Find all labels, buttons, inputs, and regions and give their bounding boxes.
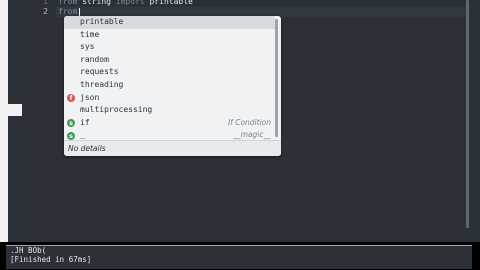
autocomplete-popup: printable time sys random requests threading f… — [64, 16, 281, 156]
line-number-gutter: 1 2 — [22, 0, 56, 242]
autocomplete-item-label: time — [80, 29, 100, 39]
snippet-kind-icon: s — [67, 119, 75, 128]
autocomplete-item-label: requests — [80, 67, 119, 77]
autocomplete-item[interactable]: f json — [64, 92, 275, 105]
autocomplete-item-label: threading — [80, 79, 124, 89]
keyword: from — [58, 0, 78, 6]
code-text: printable — [144, 0, 193, 6]
autocomplete-item[interactable]: multiprocessing — [64, 104, 275, 117]
code-line-1[interactable]: from string import printable — [58, 0, 193, 7]
line-number: 1 — [43, 0, 48, 6]
autocomplete-item-label: json — [80, 92, 100, 102]
autocomplete-list: printable time sys random requests threading f… — [64, 16, 275, 142]
autocomplete-item-label: multiprocessing — [80, 105, 153, 115]
window-frame-tab — [8, 104, 22, 116]
autocomplete-item-label: printable — [80, 17, 124, 26]
autocomplete-item[interactable]: requests — [64, 66, 275, 79]
autocomplete-item[interactable]: printable — [64, 16, 275, 29]
output-panel-content: .JH BOb( [Finished in 67ms] — [6, 245, 472, 269]
output-line: [Finished in 67ms] — [10, 255, 92, 264]
editor-scrollbar[interactable] — [466, 0, 469, 228]
autocomplete-item-label: sys — [80, 42, 95, 52]
window-frame — [0, 0, 8, 244]
autocomplete-scrollbar[interactable] — [275, 19, 278, 137]
autocomplete-item[interactable]: threading — [64, 79, 275, 92]
autocomplete-item[interactable]: s if If Condition — [64, 117, 275, 130]
autocomplete-item-label: random — [80, 54, 109, 64]
line-number: 2 — [43, 7, 48, 16]
snippet-kind-icon: s — [67, 131, 75, 140]
output-panel: .JH BOb( [Finished in 67ms] — [0, 242, 480, 270]
autocomplete-item-label: if — [80, 117, 90, 127]
autocomplete-item[interactable]: random — [64, 54, 275, 67]
code-text: string — [77, 0, 116, 6]
details-text: No details — [68, 144, 106, 153]
autocomplete-item[interactable]: sys — [64, 41, 275, 54]
autocomplete-item[interactable]: time — [64, 29, 275, 42]
autocomplete-item-hint: If Condition — [227, 117, 271, 127]
autocomplete-details: No details — [64, 140, 281, 156]
keyword: from — [58, 7, 78, 16]
keyword: import — [115, 0, 145, 6]
editor-window: 1 2 from string import printable from pr… — [0, 0, 480, 270]
function-kind-icon: f — [67, 94, 75, 103]
